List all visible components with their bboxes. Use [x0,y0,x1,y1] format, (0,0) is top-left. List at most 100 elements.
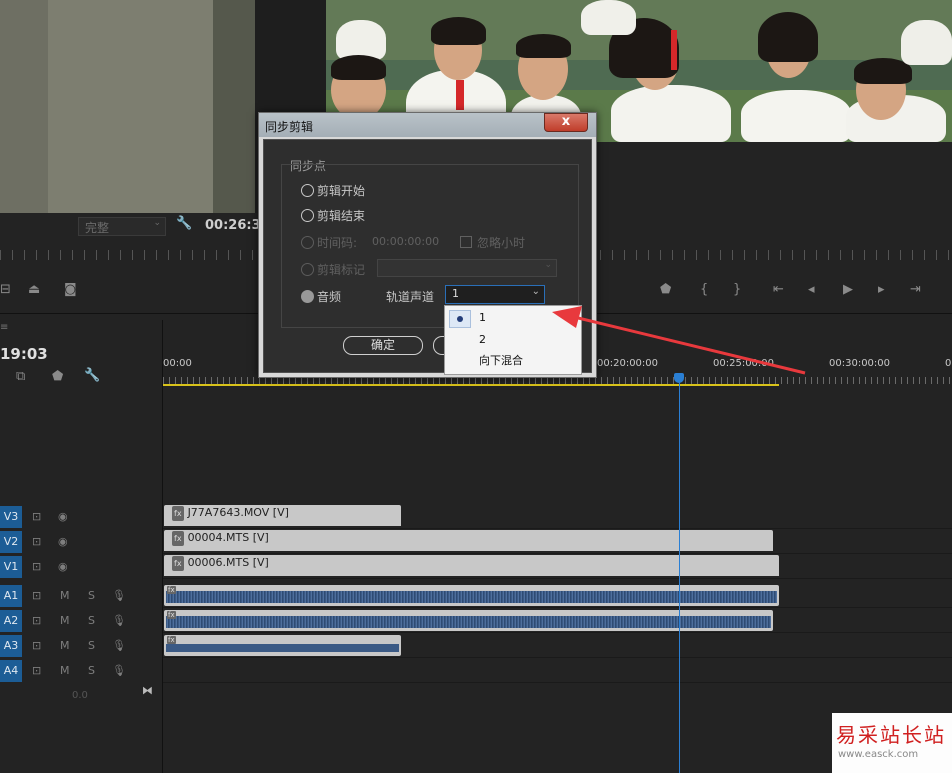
overwrite-icon[interactable]: ⏏ [28,282,40,297]
clip-start-label[interactable]: 剪辑开始 [317,182,365,199]
ignore-hours-checkbox[interactable] [460,236,472,248]
waveform [166,644,399,652]
work-area-bar[interactable] [163,384,779,386]
sync-lock-icon[interactable]: ⊡ [32,664,41,677]
microphone-icon[interactable]: 🎙 [112,639,126,652]
source-timecode: 00:26:3 [205,218,261,233]
eye-icon[interactable]: ◉ [58,535,68,548]
clip-end-label[interactable]: 剪辑结束 [317,207,365,224]
track-channel-value: 1 [452,287,459,300]
mix-value[interactable]: 0.0 [72,690,88,701]
source-video-frame [213,0,255,213]
track-channel-select[interactable]: 1 ⌄ [445,285,545,304]
radio-clip-marker[interactable] [301,263,314,276]
track-header-v3[interactable]: V3 ⊡ ◉ [0,505,162,529]
marker-icon[interactable]: ⬟ [660,282,671,297]
track-header-a4[interactable]: A4 ⊡ M S 🎙 [0,659,162,683]
clip-v1[interactable]: fx 00006.MTS [V] [164,555,779,576]
mute-button[interactable]: M [60,664,70,677]
track-label[interactable]: A2 [0,610,22,632]
clip-marker-select[interactable]: ⌄ [377,259,557,277]
dropdown-item-label: 向下混合 [479,354,523,367]
fx-badge: fx [167,636,176,644]
microphone-icon[interactable]: 🎙 [112,664,126,677]
track-header-a3[interactable]: A3 ⊡ M S 🎙 [0,634,162,658]
mark-in-icon[interactable]: { [700,282,708,297]
track-channel-label: 轨道声道 [386,290,435,304]
fx-badge: fx [172,556,184,571]
timeline-timecode: 19:03 [0,345,48,363]
play-icon[interactable]: ▶ [843,282,853,297]
microphone-icon[interactable]: 🎙 [112,614,126,627]
solo-button[interactable]: S [88,614,95,627]
ok-button[interactable]: 确定 [343,336,423,355]
track-label[interactable]: A4 [0,660,22,682]
go-to-out-icon[interactable]: ⇥ [910,282,921,297]
audio-label[interactable]: 音频 [317,288,341,305]
clip-a1[interactable]: fx [164,585,779,606]
track-label[interactable]: A3 [0,635,22,657]
ignore-hours-label: 忽略小时 [477,236,526,250]
clip-a2[interactable]: fx [164,610,773,631]
solo-button[interactable]: S [88,664,95,677]
chevron-down-icon: ⌄ [544,260,552,270]
sync-lock-icon[interactable]: ⊡ [32,510,41,523]
insert-icon[interactable]: ⊟ [0,282,11,297]
ruler-label-3: 00:30:00:00 [829,358,891,369]
source-monitor-video [0,0,255,213]
solo-button[interactable]: S [88,589,95,602]
mix-end-icon[interactable]: ⧓ [142,684,153,697]
track-label[interactable]: V3 [0,506,22,528]
radio-clip-start[interactable] [301,184,314,197]
track-header-a1[interactable]: A1 ⊡ M S 🎙 [0,584,162,608]
wrench-icon[interactable]: 🔧 [176,216,192,231]
fx-badge: fx [167,586,176,594]
track-header-v2[interactable]: V2 ⊡ ◉ [0,530,162,554]
close-button[interactable]: x [544,113,588,132]
sync-lock-icon[interactable]: ⊡ [32,535,41,548]
source-video-wall [48,0,213,213]
track-label[interactable]: V1 [0,556,22,578]
eye-icon[interactable]: ◉ [58,510,68,523]
add-marker-icon[interactable]: ⬟ [52,369,63,384]
waveform [166,616,771,628]
menu-icon[interactable]: ≡ [0,322,8,333]
camera-icon[interactable]: ◙ [64,282,77,297]
clip-a3[interactable]: fx [164,635,401,656]
fit-select[interactable]: 完整 ⌄ [78,217,166,236]
mute-button[interactable]: M [60,639,70,652]
sync-lock-icon[interactable]: ⊡ [32,560,41,573]
microphone-icon[interactable]: 🎙 [112,589,126,602]
watermark-title: 易采站长站 [836,723,946,747]
mute-button[interactable]: M [60,614,70,627]
track-label[interactable]: A1 [0,585,22,607]
clip-name: 00006.MTS [V] [187,556,269,569]
radio-audio[interactable] [301,290,314,303]
playhead-line[interactable] [679,383,680,773]
radio-timecode[interactable] [301,236,314,249]
clip-name: 00004.MTS [V] [187,531,269,544]
clip-v3[interactable]: fx J77A7643.MOV [V] [164,505,401,526]
go-to-in-icon[interactable]: ⇤ [773,282,784,297]
radio-clip-end[interactable] [301,209,314,222]
sync-lock-icon[interactable]: ⊡ [32,614,41,627]
eye-icon[interactable]: ◉ [58,560,68,573]
mark-out-icon[interactable]: } [733,282,741,297]
dialog-title-bar[interactable]: 同步剪辑 x [259,113,596,137]
solo-button[interactable]: S [88,639,95,652]
step-back-icon[interactable]: ◂ [808,282,815,297]
sync-lock-icon[interactable]: ⊡ [32,639,41,652]
sync-lock-icon[interactable]: ⊡ [32,589,41,602]
timecode-value[interactable]: 00:00:00:00 [372,235,439,248]
track-label[interactable]: V2 [0,531,22,553]
clip-v2[interactable]: fx 00004.MTS [V] [164,530,773,551]
track-header-v1[interactable]: V1 ⊡ ◉ [0,555,162,579]
chevron-down-icon: ⌄ [153,218,161,228]
clip-marker-label: 剪辑标记 [317,263,366,277]
step-forward-icon[interactable]: ▸ [878,282,885,297]
mute-button[interactable]: M [60,589,70,602]
timeline-settings-icon[interactable]: 🔧 [84,368,100,383]
track-header-a2[interactable]: A2 ⊡ M S 🎙 [0,609,162,633]
fx-badge: fx [172,531,184,546]
snap-icon[interactable]: ⧉ [16,369,25,384]
